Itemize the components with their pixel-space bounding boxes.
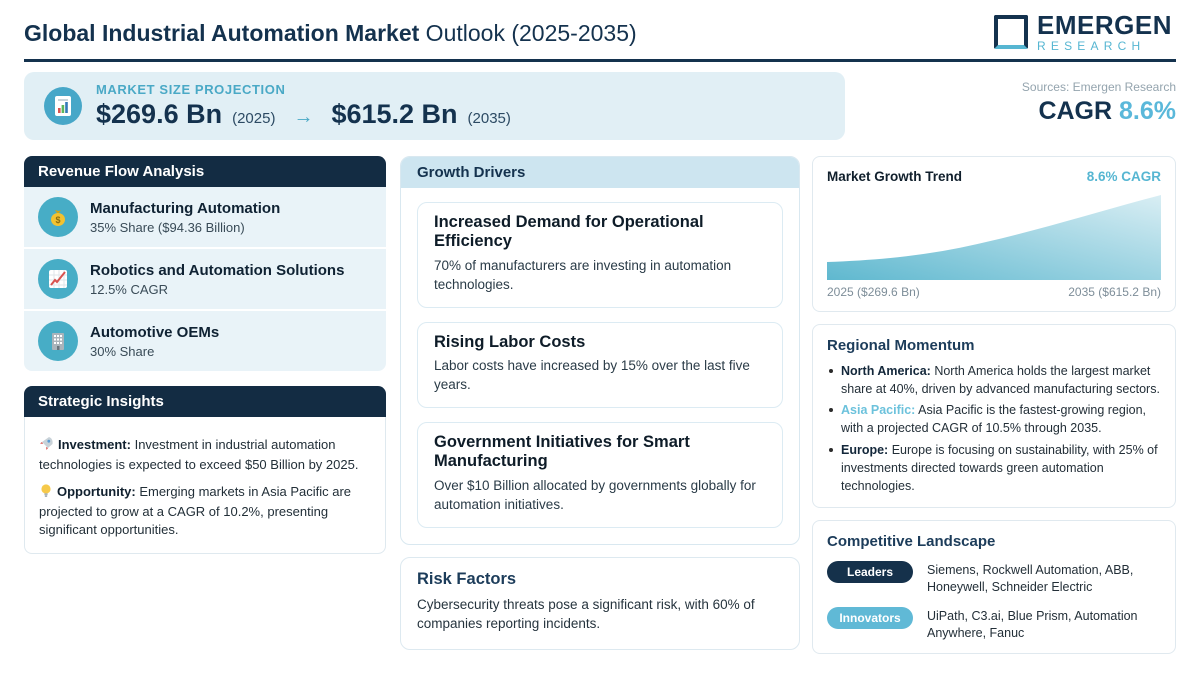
rocket-icon [39,436,54,456]
region-label: North America: [841,364,931,378]
area-chart [827,195,1161,280]
driver-title: Rising Labor Costs [434,332,586,351]
driver-title: Government Initiatives for Smart Manufac… [434,432,690,471]
strategic-insights-panel: Strategic Insights Investment: Investmen… [24,386,386,554]
driver-card-labor-costs: Rising Labor Costs Labor costs have incr… [417,321,783,408]
trend-axis-labels: 2025 ($269.6 Bn) 2035 ($615.2 Bn) [827,285,1161,299]
trend-cagr: 8.6% CAGR [1086,169,1161,184]
insight-label: Opportunity: [57,483,136,499]
trend-title: Market Growth Trend [827,169,963,184]
list-item-robotics: Robotics and Automation Solutions 12.5% … [24,247,386,309]
item-title: Automotive OEMs [90,323,220,341]
logo-line2: RESEARCH [1037,39,1146,53]
innovators-badge: Innovators [827,606,913,629]
list-item-text: Robotics and Automation Solutions 12.5% … [90,262,344,297]
competitive-landscape-card: Competitive Landscape Leaders Siemens, R… [812,519,1176,655]
innovators-companies: UiPath, C3.ai, Blue Prism, Automation An… [927,608,1138,640]
driver-text: Labor costs have increased by 15% over t… [434,358,750,393]
item-title: Robotics and Automation Solutions [90,261,345,279]
axis-label-end: 2035 ($615.2 Bn) [1068,285,1161,299]
growth-drivers-panel: Growth Drivers Increased Demand for Oper… [400,156,800,545]
market-growth-trend-card: Market Growth Trend 8.6% CAGR 2025 ($269… [812,156,1176,312]
bulb-icon [39,483,53,503]
strategic-insights-header: Strategic Insights [24,386,386,417]
arrow-right-icon: → [293,106,314,128]
logo-wordmark: EMERGEN RESEARCH [1037,12,1172,52]
start-value: $269.6 Bn [96,99,223,129]
start-year: (2025) [232,110,276,127]
leaders-badge: Leaders [827,560,913,583]
bar-chart-doc-icon [44,87,82,125]
sources-text: Sources: Emergen Research [1021,80,1176,94]
end-year: (2035) [467,110,511,127]
logo-line1: EMERGEN [1037,10,1172,40]
region-text: Europe is focusing on sustainability, wi… [841,442,1158,493]
page-title-regular: Outlook (2025-2035) [419,20,637,46]
banner-values: $269.6 Bn (2025) → $615.2 Bn (2035) [96,99,511,130]
risk-factors-text: Cybersecurity threats pose a significant… [417,596,755,631]
trend-header: Market Growth Trend 8.6% CAGR [827,169,1161,184]
left-column: Revenue Flow Analysis $ Manufacturing Au… [24,156,386,554]
region-label: Asia Pacific: [841,403,916,418]
item-subtitle: 30% Share [90,343,155,359]
region-label: Europe: [841,442,889,457]
competitive-landscape-title: Competitive Landscape [827,532,996,550]
list-item-automotive-oems: Automotive OEMs 30% Share [24,309,386,371]
innovators-row: Innovators UiPath, C3.ai, Blue Prism, Au… [827,606,1161,642]
leaders-row: Leaders Siemens, Rockwell Automation, AB… [827,560,1161,596]
revenue-flow-panel: Revenue Flow Analysis $ Manufacturing Au… [24,156,386,371]
title-divider [24,59,1176,62]
driver-title: Increased Demand for Operational Efficie… [434,213,704,251]
cagr-value: 8.6% [1119,97,1176,125]
building-icon [38,321,78,361]
growth-drivers-header: Growth Drivers [401,157,799,188]
driver-text: Over $10 Billion allocated by government… [434,477,756,512]
insight-opportunity: Opportunity: Emerging markets in Asia Pa… [39,483,371,539]
insight-label: Investment: [58,437,131,452]
item-subtitle: 12.5% CAGR [90,281,169,297]
page-title: Global Industrial Automation Market Outl… [24,20,637,47]
svg-text:$: $ [55,215,60,225]
emergen-logo: EMERGEN RESEARCH [994,12,1172,52]
region-asia-pacific: Asia Pacific: Asia Pacific is the fastes… [827,401,1161,437]
region-europe: Europe: Europe is focusing on sustainabi… [827,441,1161,495]
risk-factors-card: Risk Factors Cybersecurity threats pose … [400,556,800,651]
line-chart-icon [38,259,78,299]
page-title-bold: Global Industrial Automation Market [24,20,420,46]
item-title: Manufacturing Automation [90,199,281,217]
driver-card-operational-efficiency: Increased Demand for Operational Efficie… [417,202,783,308]
axis-label-start: 2025 ($269.6 Bn) [827,285,920,299]
regional-momentum-title: Regional Momentum [827,337,975,354]
driver-card-government-initiatives: Government Initiatives for Smart Manufac… [417,421,783,528]
logo-square-icon [994,15,1029,49]
money-bag-icon: $ [38,197,78,237]
infographic-page: Global Industrial Automation Market Outl… [0,0,1200,700]
driver-text: 70% of manufacturers are investing in au… [434,257,732,292]
insight-investment: Investment: Investment in industrial aut… [39,436,371,474]
leaders-companies: Siemens, Rockwell Automation, ABB, Honey… [927,562,1134,594]
item-subtitle: 35% Share ($94.36 Billion) [90,219,245,235]
revenue-flow-header: Revenue Flow Analysis [24,156,386,187]
list-item-text: Automotive OEMs 30% Share [90,324,219,359]
end-value: $615.2 Bn [331,99,458,129]
cagr-line: CAGR 8.6% [1022,97,1176,126]
sources-cagr-block: Sources: Emergen Research CAGR 8.6% [1022,80,1176,126]
list-item-manufacturing-automation: $ Manufacturing Automation 35% Share ($9… [24,187,386,247]
list-item-text: Manufacturing Automation 35% Share ($94.… [90,200,280,235]
right-column: Market Growth Trend 8.6% CAGR 2025 ($269… [812,156,1176,655]
regional-momentum-card: Regional Momentum North America: North A… [812,324,1176,508]
banner-text-block: MARKET SIZE PROJECTION $269.6 Bn (2025) … [96,82,511,130]
banner-label: MARKET SIZE PROJECTION [96,82,286,97]
middle-column: Growth Drivers Increased Demand for Oper… [400,156,800,651]
strategic-insights-body: Investment: Investment in industrial aut… [24,417,386,554]
risk-factors-title: Risk Factors [417,569,517,588]
market-size-banner: MARKET SIZE PROJECTION $269.6 Bn (2025) … [24,72,845,140]
region-north-america: North America: North America holds the l… [827,362,1161,398]
cagr-label: CAGR [1038,97,1113,125]
